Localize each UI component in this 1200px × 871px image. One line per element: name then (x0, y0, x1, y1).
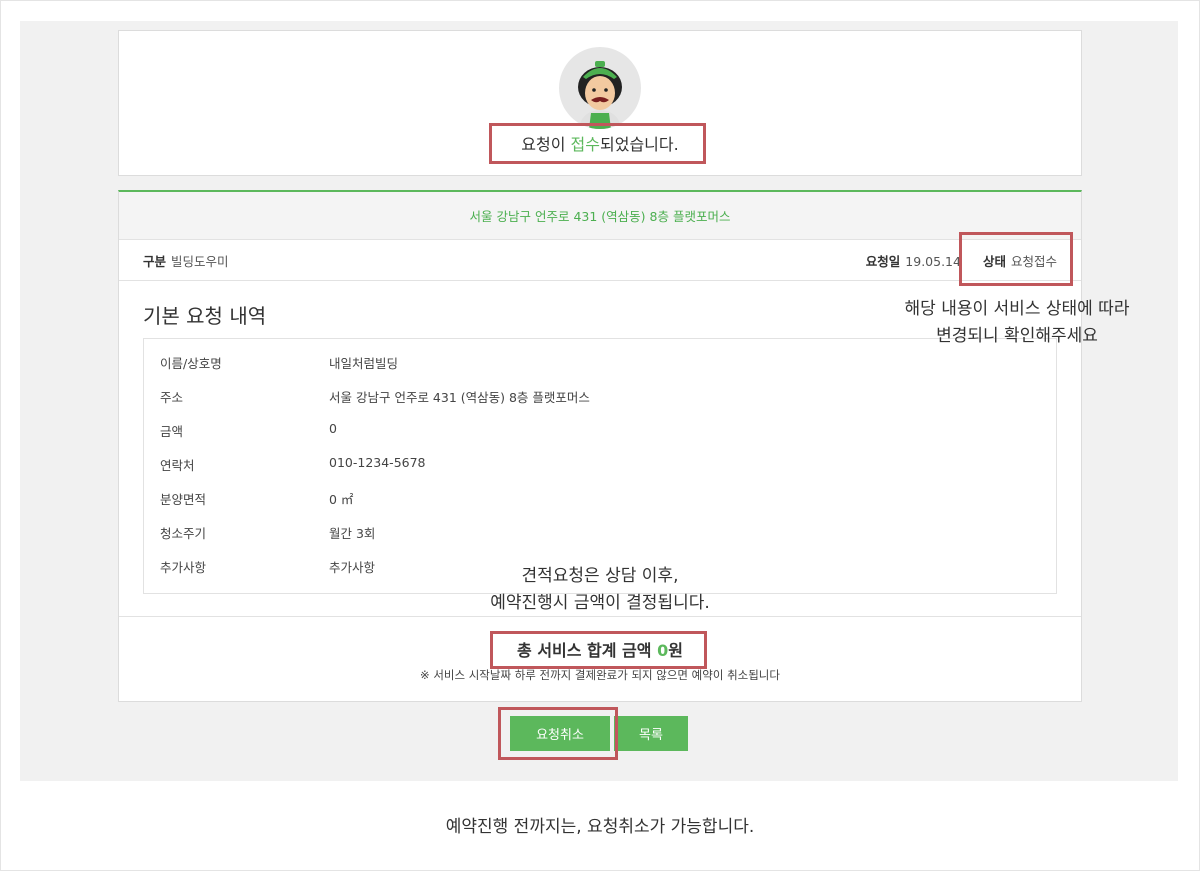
highlight-total (490, 631, 707, 669)
table-row: 이름/상호명 내일처럼빌딩 (160, 353, 398, 373)
details-table: 이름/상호명 내일처럼빌딩 주소 서울 강남구 언주로 431 (역삼동) 8층 플… (143, 338, 1057, 594)
status-callout-line1: 해당 내용이 서비스 상태에 따라 (904, 299, 1130, 319)
category-value: 빌딩도우미 (171, 253, 229, 269)
cancellation-notice: ※ 서비스 시작날짜 하루 전까지 결제완료가 되지 않으면 예약이 취소됩니다 (420, 668, 780, 682)
row-value: 0 (329, 421, 337, 436)
quote-callout: 견적요청은 상담 이후, 예약진행시 금액이 결정됩니다. (420, 563, 780, 617)
request-date: 요청일 19.05.14 (866, 251, 961, 270)
date-label: 요청일 (865, 253, 901, 269)
row-value: 서울 강남구 언주로 431 (역삼동) 8층 플랫포머스 (329, 390, 590, 405)
row-label: 연락처 (160, 458, 195, 473)
bottom-caption: 예약진행 전까지는, 요청취소가 가능합니다. (445, 817, 755, 837)
row-value: 추가사항 (329, 560, 376, 575)
row-label: 주소 (160, 390, 184, 405)
status-callout-line2: 변경되니 확인해주세요 (936, 326, 1098, 347)
section-title: 기본 요청 내역 (143, 304, 267, 328)
row-label: 분양면적 (160, 492, 207, 507)
highlight-status-message (489, 123, 706, 164)
avatar (559, 47, 641, 129)
table-row: 분양면적 0 ㎡ (160, 489, 353, 509)
quote-callout-line2: 예약진행시 금액이 결정됩니다. (490, 593, 710, 614)
table-row: 금액 0 (160, 421, 337, 441)
quote-callout-line1: 견적요청은 상담 이후, (521, 566, 679, 586)
row-value: 월간 3회 (329, 526, 376, 541)
table-row: 연락처 010-1234-5678 (160, 455, 426, 475)
highlight-state (959, 232, 1073, 286)
table-row: 추가사항 추가사항 (160, 557, 375, 577)
request-detail-card: 서울 강남구 언주로 431 (역삼동) 8층 플랫포머스 구분 빌딩도우미 요… (118, 190, 1082, 702)
row-value: 0 ㎡ (329, 492, 354, 507)
row-label: 이름/상호명 (160, 356, 222, 371)
request-info-row: 구분 빌딩도우미 요청일 19.05.14 상태 요청접수 (119, 240, 1081, 281)
row-value: 내일처럼빌딩 (329, 356, 399, 371)
highlight-cancel-button (498, 707, 618, 760)
list-button[interactable]: 목록 (614, 716, 688, 751)
row-label: 청소주기 (160, 526, 207, 541)
category-label: 구분 (143, 253, 167, 269)
date-value: 19.05.14 (905, 253, 961, 269)
status-callout: 해당 내용이 서비스 상태에 따라 변경되니 확인해주세요 (862, 296, 1172, 350)
character-avatar-icon (578, 61, 622, 129)
row-label: 금액 (160, 424, 184, 439)
row-label: 추가사항 (160, 560, 207, 575)
address-header: 서울 강남구 언주로 431 (역삼동) 8층 플랫포머스 (119, 192, 1081, 240)
row-value: 010-1234-5678 (329, 455, 426, 470)
table-row: 청소주기 월간 3회 (160, 523, 375, 543)
table-row: 주소 서울 강남구 언주로 431 (역삼동) 8층 플랫포머스 (160, 387, 590, 407)
